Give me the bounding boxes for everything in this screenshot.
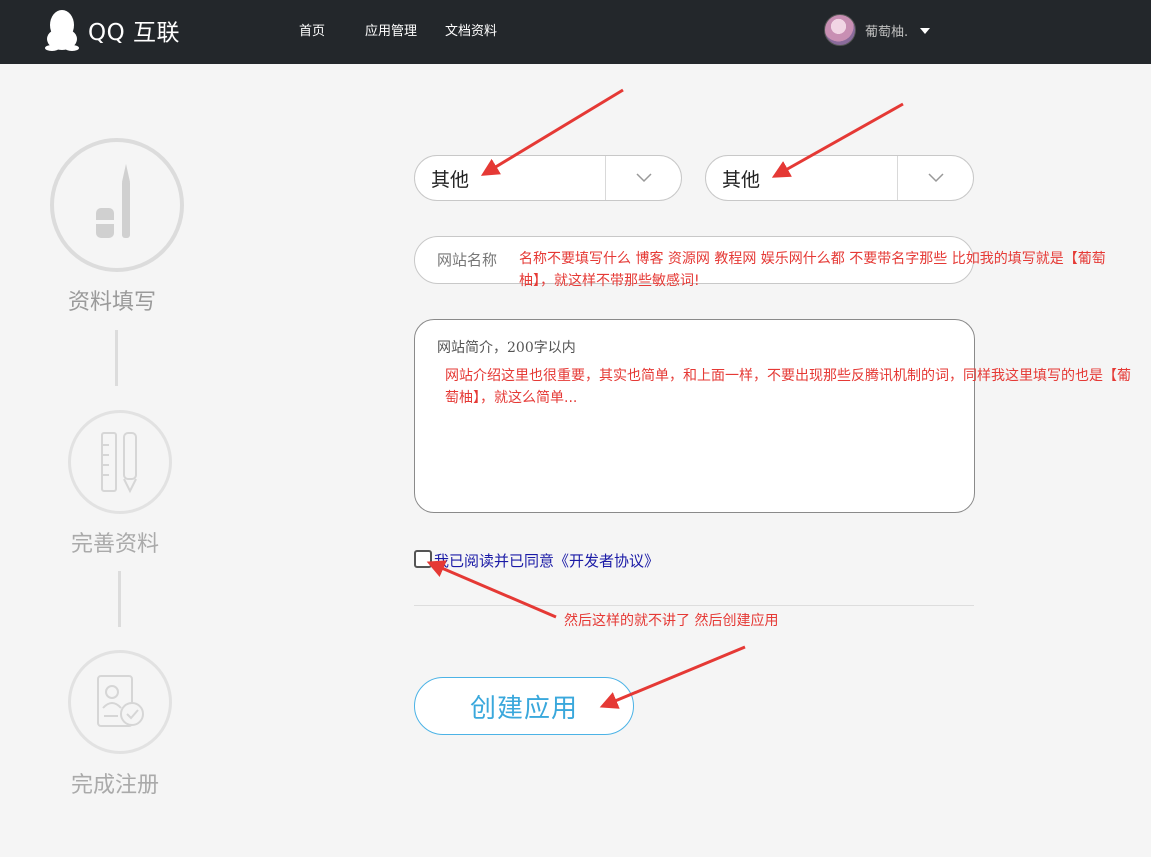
annotation-site-intro: 网站介绍这里也很重要，其实也简单，和上面一样，不要出现那些反腾讯机制的词，同样我…	[445, 368, 1131, 406]
nav-docs[interactable]: 文档资料	[445, 20, 497, 39]
step-circle-fill-info	[50, 138, 184, 272]
category-select-2[interactable]: 其他	[705, 155, 974, 201]
annotation-create: 然后这样的就不讲了 然后创建应用	[564, 613, 779, 629]
logo-text: QQ 互联	[88, 20, 181, 46]
select-value: 其他	[722, 168, 761, 191]
id-card-check-icon	[97, 675, 144, 727]
site-intro-textarea[interactable]	[415, 320, 974, 512]
create-app-button[interactable]: 创建应用	[414, 677, 634, 735]
select-value: 其他	[431, 168, 470, 191]
pen-icon	[96, 164, 130, 238]
chevron-down-icon[interactable]	[605, 156, 681, 200]
divider	[414, 605, 974, 606]
arrow-checkbox	[426, 560, 557, 619]
user-name[interactable]: 葡萄柚.	[865, 21, 908, 40]
avatar[interactable]	[824, 14, 856, 46]
caret-down-icon[interactable]	[920, 27, 931, 34]
annotation-site-name: 名称不要填写什么 博客 资源网 教程网 娱乐网什么都 不要带名字那些 比如我的填…	[519, 251, 1106, 289]
category-select-1[interactable]: 其他	[414, 155, 682, 201]
step-label-finish: 完成注册	[71, 773, 160, 798]
step-label-complete-info: 完善资料	[71, 532, 160, 557]
step-label-fill-info: 资料填写	[68, 290, 157, 315]
ruler-pencil-icon	[101, 432, 137, 494]
top-nav-bar: QQ 互联 首页 应用管理 文档资料 葡萄柚.	[0, 0, 1151, 64]
nav-home[interactable]: 首页	[299, 20, 325, 39]
site-intro-field-wrapper	[414, 319, 975, 513]
qq-logo[interactable]: QQ 互联	[44, 9, 180, 51]
step-circle-finish	[68, 650, 172, 754]
agree-checkbox[interactable]	[414, 550, 432, 568]
step-connector	[115, 330, 118, 386]
step-connector	[118, 571, 121, 627]
penguin-icon	[45, 10, 79, 51]
step-circle-complete-info	[68, 410, 172, 514]
nav-app-management[interactable]: 应用管理	[365, 20, 417, 39]
user-menu[interactable]: 葡萄柚.	[824, 14, 931, 46]
chevron-down-icon[interactable]	[897, 156, 973, 200]
developer-agreement-link[interactable]: 我已阅读并已同意《开发者协议》	[434, 550, 659, 571]
